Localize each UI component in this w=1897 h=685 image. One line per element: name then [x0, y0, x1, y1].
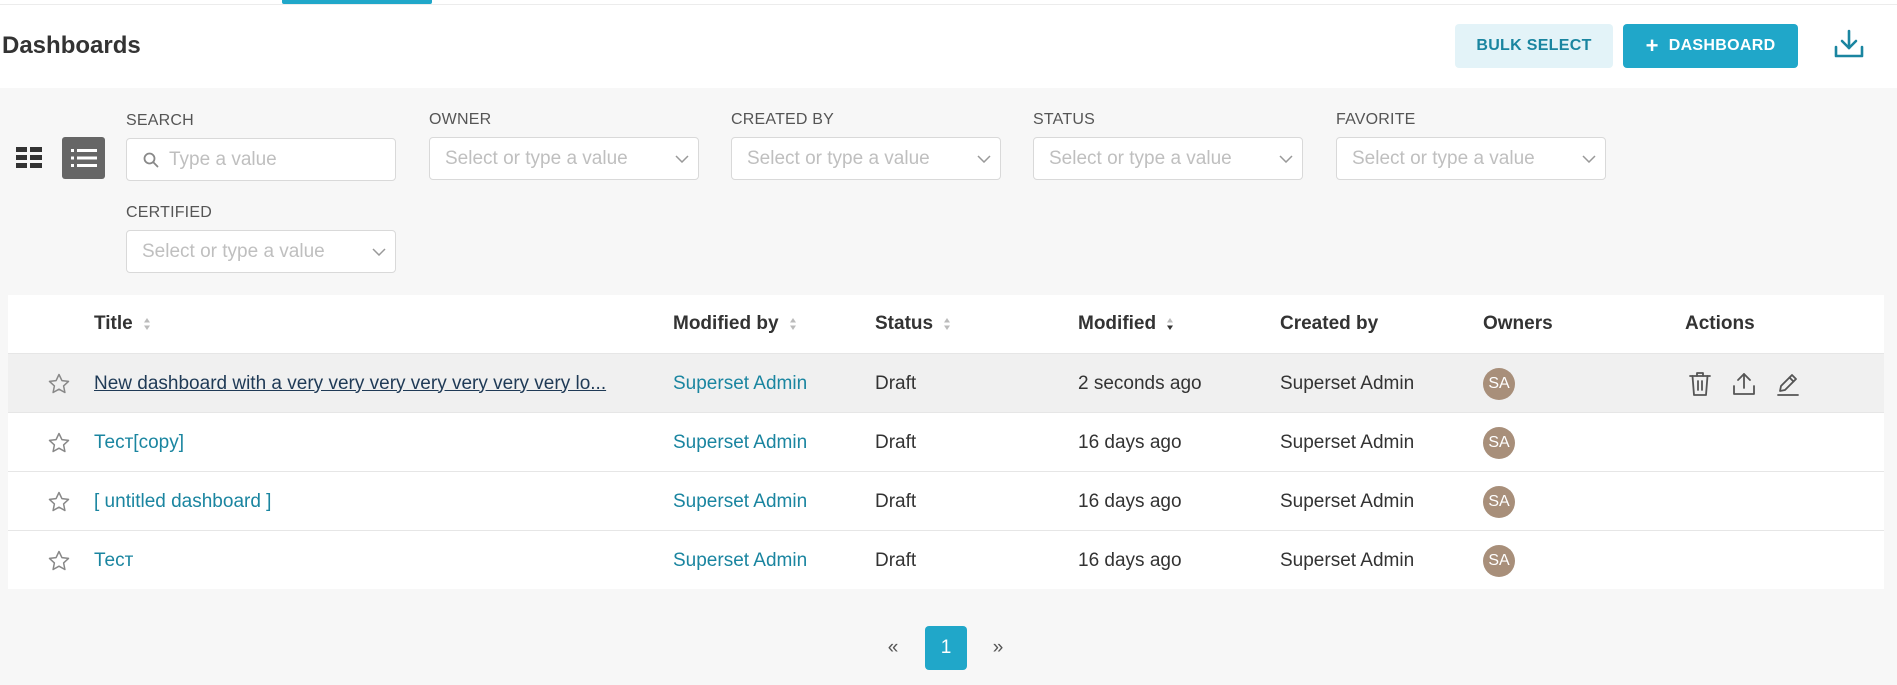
share-icon[interactable] [1729, 369, 1759, 399]
edit-icon[interactable] [1773, 369, 1803, 399]
owner-label: OWNER [429, 111, 492, 128]
favorite-select[interactable]: Select or type a value [1336, 137, 1606, 180]
dashboard-title-link[interactable]: Тест [94, 531, 133, 590]
sort-icon [143, 317, 151, 331]
pagination-prev[interactable]: « [880, 626, 906, 670]
created-by-cell: Superset Admin [1280, 490, 1415, 512]
avatar[interactable]: SA [1483, 485, 1515, 518]
trash-icon[interactable] [1685, 369, 1715, 399]
column-title-label: Title [94, 313, 133, 334]
created-by-placeholder: Select or type a value [747, 147, 930, 169]
created-by-cell: Superset Admin [1280, 431, 1415, 453]
owners-cell: SA [1483, 472, 1515, 531]
avatar[interactable]: SA [1483, 544, 1515, 577]
column-header-owners: Owners [1483, 313, 1553, 334]
column-status-label: Status [875, 313, 934, 334]
bulk-select-button[interactable]: BULK SELECT [1455, 24, 1613, 68]
column-header-modified[interactable]: Modified [1078, 295, 1174, 353]
sort-icon [943, 317, 951, 331]
page-title: Dashboards [2, 32, 141, 59]
owner-placeholder: Select or type a value [445, 147, 628, 169]
owners-cell: SA [1483, 354, 1515, 413]
certified-placeholder: Select or type a value [142, 240, 325, 262]
modified-by-link[interactable]: Superset Admin [673, 472, 807, 531]
chevron-down-icon [1270, 154, 1302, 163]
avatar[interactable]: SA [1483, 426, 1515, 459]
dashboard-title-link[interactable]: [ untitled dashboard ] [94, 472, 271, 531]
certified-select[interactable]: Select or type a value [126, 230, 396, 273]
search-placeholder: Type a value [169, 148, 277, 170]
modified-cell: 16 days ago [1078, 490, 1182, 512]
column-header-actions: Actions [1685, 313, 1755, 334]
download-icon[interactable] [1832, 27, 1866, 61]
status-cell: Draft [875, 372, 917, 394]
status-label: STATUS [1033, 111, 1095, 128]
table-row: Тест Superset Admin Draft 16 days ago Su… [8, 530, 1884, 589]
pagination-next[interactable]: » [985, 626, 1011, 670]
sort-desc-icon [1166, 317, 1174, 331]
actions-cell [1685, 354, 1803, 413]
created-by-cell: Superset Admin [1280, 549, 1415, 571]
status-cell: Draft [875, 549, 917, 571]
created-by-select[interactable]: Select or type a value [731, 137, 1001, 180]
search-input[interactable]: Type a value [126, 138, 396, 181]
modified-cell: 2 seconds ago [1078, 372, 1202, 394]
dashboard-title-link[interactable]: New dashboard with a very very very very… [94, 354, 606, 413]
column-header-title[interactable]: Title [94, 295, 151, 353]
grid-icon [16, 147, 42, 168]
chevron-down-icon [1573, 154, 1605, 163]
table-row: New dashboard with a very very very very… [8, 353, 1884, 412]
favorite-star-icon[interactable] [44, 472, 74, 531]
column-header-created-by: Created by [1280, 313, 1379, 334]
list-icon [70, 149, 97, 167]
sort-icon [789, 317, 797, 331]
divider [0, 4, 1897, 5]
owners-cell: SA [1483, 413, 1515, 472]
list-view-toggle[interactable] [62, 137, 105, 179]
chevron-down-icon [968, 154, 1000, 163]
owner-select[interactable]: Select or type a value [429, 137, 699, 180]
header-bar: Dashboards BULK SELECT + DASHBOARD [0, 0, 1897, 88]
status-cell: Draft [875, 431, 917, 453]
modified-by-link[interactable]: Superset Admin [673, 413, 807, 472]
favorite-label: FAVORITE [1336, 111, 1416, 128]
status-cell: Draft [875, 490, 917, 512]
created-by-cell: Superset Admin [1280, 372, 1415, 394]
modified-cell: 16 days ago [1078, 549, 1182, 571]
status-select[interactable]: Select or type a value [1033, 137, 1303, 180]
search-label: SEARCH [126, 112, 194, 129]
favorite-star-icon[interactable] [44, 413, 74, 472]
favorite-placeholder: Select or type a value [1352, 147, 1535, 169]
created-by-label: CREATED BY [731, 111, 835, 128]
chevron-down-icon [666, 154, 698, 163]
add-dashboard-button[interactable]: + DASHBOARD [1623, 24, 1798, 68]
owners-cell: SA [1483, 531, 1515, 590]
card-view-toggle[interactable] [10, 138, 48, 178]
modified-by-link[interactable]: Superset Admin [673, 531, 807, 590]
table-row: [ untitled dashboard ] Superset Admin Dr… [8, 471, 1884, 530]
plus-icon: + [1645, 33, 1659, 58]
avatar[interactable]: SA [1483, 367, 1515, 400]
dashboard-title-link[interactable]: Тест[copy] [94, 413, 184, 472]
column-modified-by-label: Modified by [673, 313, 779, 334]
status-placeholder: Select or type a value [1049, 147, 1232, 169]
dashboards-table: Title Modified by Status Modified Create… [8, 295, 1884, 589]
column-header-status[interactable]: Status [875, 295, 951, 353]
favorite-star-icon[interactable] [44, 531, 74, 590]
add-dashboard-label: DASHBOARD [1668, 37, 1776, 54]
column-modified-label: Modified [1078, 313, 1157, 334]
search-icon [143, 152, 159, 168]
column-header-modified-by[interactable]: Modified by [673, 295, 797, 353]
modified-cell: 16 days ago [1078, 431, 1182, 453]
favorite-star-icon[interactable] [44, 354, 74, 413]
table-row: Тест[copy] Superset Admin Draft 16 days … [8, 412, 1884, 471]
modified-by-link[interactable]: Superset Admin [673, 354, 807, 413]
chevron-down-icon [363, 247, 395, 256]
pagination-page-current[interactable]: 1 [925, 626, 967, 670]
certified-label: CERTIFIED [126, 204, 212, 221]
